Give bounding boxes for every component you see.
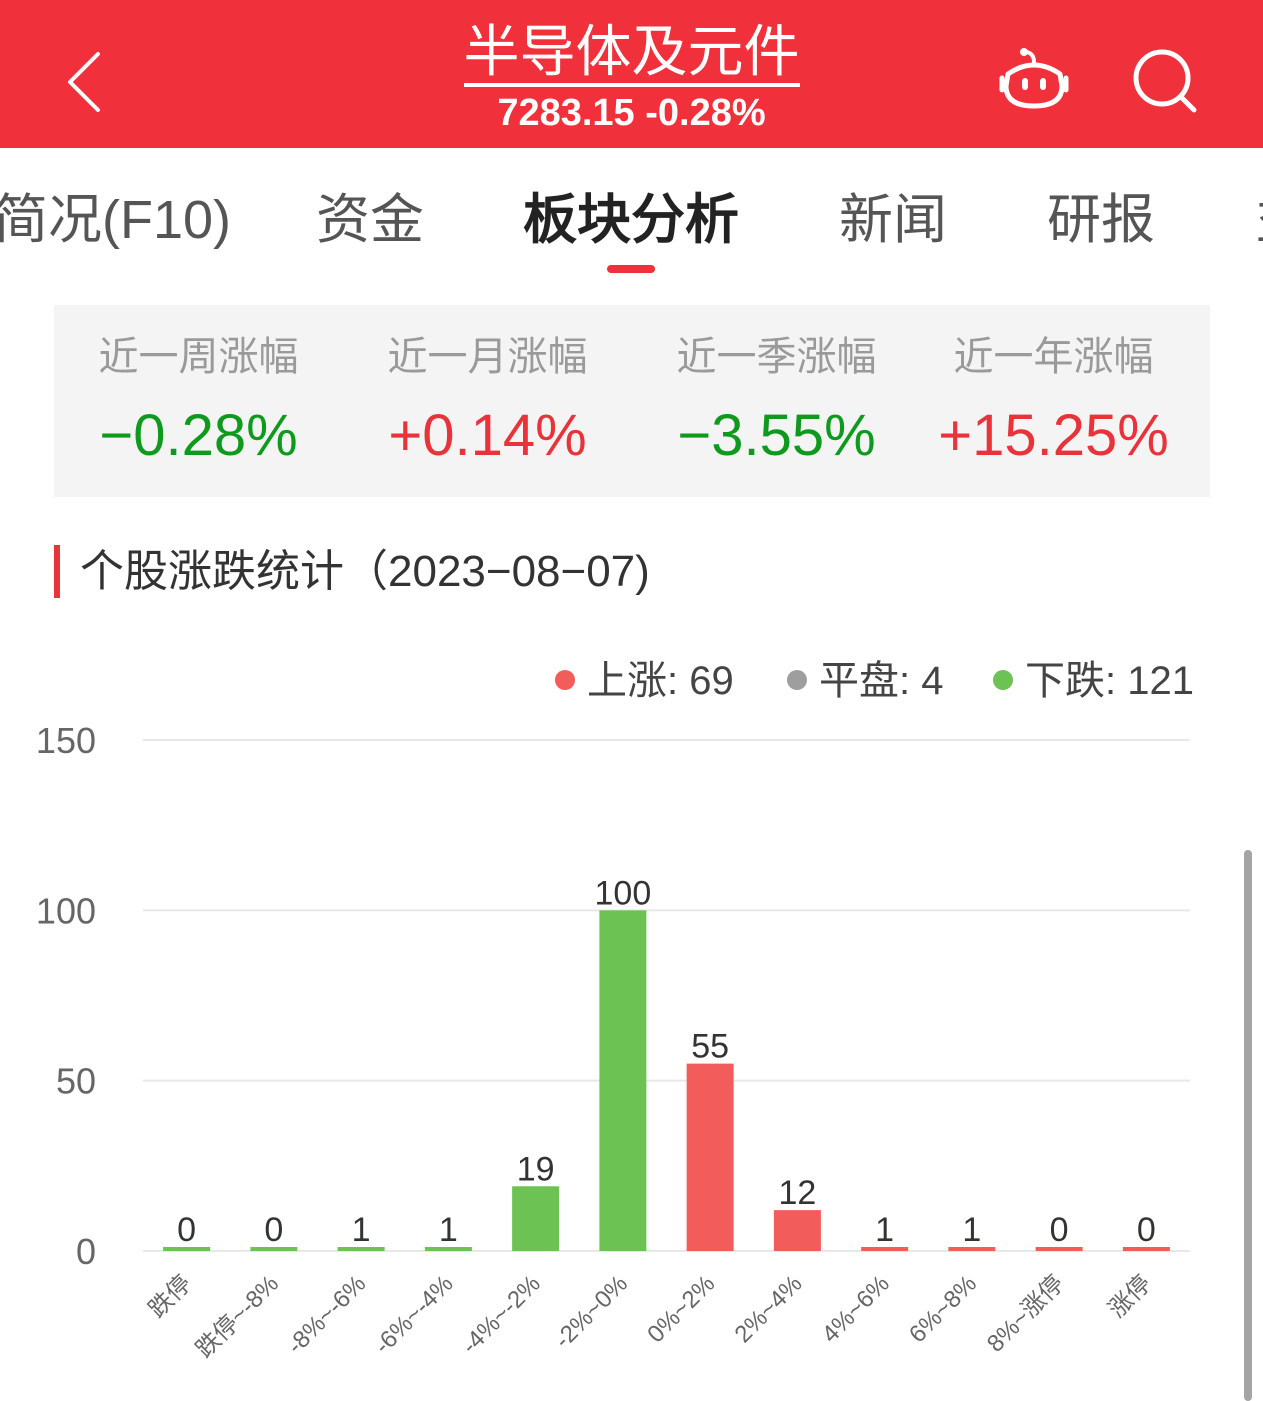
bar-value-label: 100 — [595, 874, 652, 912]
legend-dot-down — [993, 670, 1013, 691]
robot-assistant-icon — [999, 48, 1069, 109]
legend-label: 上涨: 69 — [587, 659, 734, 703]
x-tick-label: -2%~0% — [549, 1270, 633, 1354]
x-tick-label: 跌停 — [144, 1270, 197, 1323]
stat-label: 近一周涨幅 — [98, 335, 299, 379]
bar-0%~2% — [686, 1063, 734, 1251]
legend-dot-flat — [787, 670, 807, 691]
x-tick-label: 4%~6% — [817, 1270, 895, 1348]
stat-label: 近一季涨幅 — [676, 335, 877, 379]
y-tick-label: 100 — [36, 890, 96, 931]
x-tick-label: 跌停~-8% — [191, 1270, 284, 1363]
bar-value-label: 55 — [691, 1028, 729, 1066]
bar--4%~-2% — [512, 1186, 560, 1251]
stat-value: +0.14% — [388, 403, 587, 468]
bar-value-label: 0 — [1050, 1211, 1069, 1249]
legend-item-flat: 平盘: 4 — [787, 656, 943, 706]
legend-item-up: 上涨: 69 — [555, 656, 734, 706]
tab-more[interactable]: 益 — [1256, 188, 1263, 252]
bar-2%~4% — [773, 1210, 821, 1251]
bar-value-label: 12 — [778, 1174, 816, 1212]
bar--2%~0% — [599, 910, 647, 1251]
section-title: 个股涨跌统计（2023−08−07) — [80, 547, 650, 596]
x-tick-label: 6%~8% — [904, 1270, 982, 1348]
stat-label: 近一月涨幅 — [387, 335, 588, 379]
tab-bar: 简况(F10) 资金 板块分析 新闻 研报 益 — [0, 150, 1263, 290]
stat-value: −3.55% — [677, 403, 876, 468]
active-tab-indicator — [607, 265, 655, 273]
vertical-scrollbar[interactable] — [1244, 850, 1252, 1401]
stat-value: +15.25% — [938, 403, 1169, 468]
top-bar: 半导体及元件 7283.15 -0.28% — [0, 0, 1263, 148]
bar-value-label: 0 — [177, 1211, 196, 1249]
sector-quote: 7283.15 -0.28% — [497, 92, 766, 134]
bar-value-label: 1 — [352, 1211, 371, 1249]
x-tick-label: 2%~4% — [730, 1270, 808, 1348]
bar-value-label: 1 — [875, 1211, 894, 1249]
legend-label: 下跌: 121 — [1025, 659, 1194, 703]
section-accent-bar — [54, 545, 60, 598]
legend-label: 平盘: 4 — [819, 659, 944, 703]
x-tick-label: -6%~-4% — [369, 1270, 458, 1359]
distribution-bar-chart: 0501001500跌停0跌停~-8%1-8%~-6%1-6%~-4%19-4%… — [36, 720, 1190, 1363]
tab-overview[interactable]: 简况(F10) — [0, 188, 231, 252]
x-tick-label: 0%~2% — [642, 1270, 720, 1348]
legend-dot-up — [555, 670, 575, 691]
bar-value-label: 1 — [962, 1211, 981, 1249]
bar-value-label: 1 — [439, 1211, 458, 1249]
stat-value: −0.28% — [99, 403, 298, 468]
tab-news[interactable]: 新闻 — [839, 188, 947, 252]
y-tick-label: 0 — [76, 1231, 96, 1272]
performance-summary: 近一周涨幅 −0.28% 近一月涨幅 +0.14% 近一季涨幅 −3.55% 近… — [54, 305, 1210, 497]
sector-title-text[interactable]: 半导体及元件 — [463, 20, 800, 87]
tab-sector-analysis[interactable]: 板块分析 — [523, 188, 739, 252]
x-tick-label: -8%~-6% — [282, 1270, 371, 1359]
stat-label: 近一年涨幅 — [953, 335, 1154, 379]
robot-assistant-button[interactable] — [996, 44, 1072, 114]
bar-value-label: 0 — [264, 1211, 283, 1249]
search-icon — [1133, 49, 1197, 113]
x-tick-label: 涨停 — [1104, 1270, 1157, 1323]
search-button[interactable] — [1130, 48, 1200, 114]
y-tick-label: 150 — [36, 720, 96, 761]
bar-value-label: 19 — [517, 1150, 555, 1188]
x-tick-label: -4%~-2% — [457, 1270, 546, 1359]
sector-title[interactable]: 半导体及元件 — [0, 18, 1263, 87]
legend-item-down: 下跌: 121 — [993, 656, 1194, 706]
x-tick-label: 8%~涨停 — [982, 1270, 1069, 1357]
bar-value-label: 0 — [1137, 1211, 1156, 1249]
y-tick-label: 50 — [56, 1061, 96, 1102]
tab-funds[interactable]: 资金 — [316, 188, 424, 252]
tab-research[interactable]: 研报 — [1047, 188, 1155, 252]
